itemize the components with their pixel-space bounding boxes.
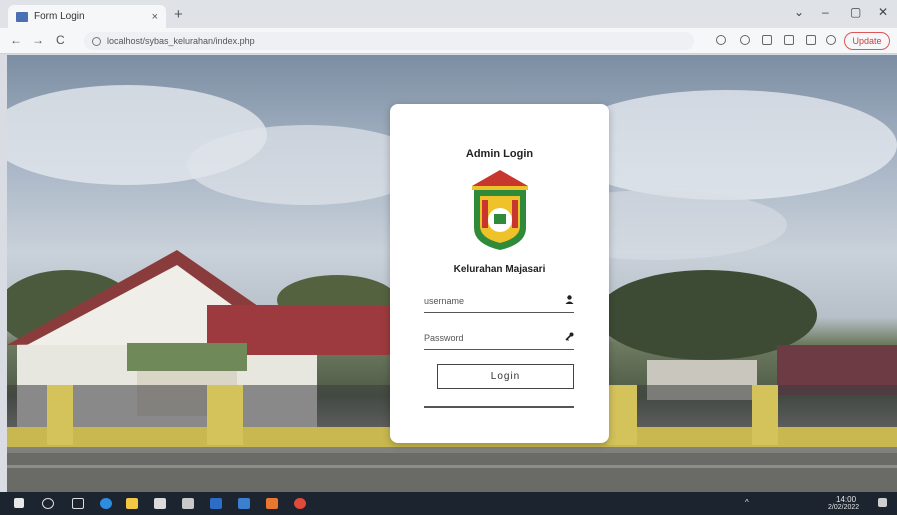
- url-text: localhost/sybas_kelurahan/index.php: [107, 36, 255, 46]
- user-icon: [564, 295, 574, 306]
- start-icon[interactable]: [14, 498, 24, 508]
- login-subtitle: Kelurahan Majasari: [453, 264, 546, 275]
- mail-icon[interactable]: [182, 498, 194, 509]
- tab-search-icon[interactable]: ⌄: [794, 5, 804, 19]
- search-icon[interactable]: [42, 498, 54, 509]
- profile-icon[interactable]: [826, 35, 836, 45]
- task-view-icon[interactable]: [72, 498, 84, 509]
- extensions-icon[interactable]: [806, 35, 816, 45]
- kelurahan-logo: [472, 170, 528, 250]
- notification-icon[interactable]: [878, 498, 887, 507]
- site-info-icon[interactable]: [92, 36, 101, 46]
- close-window-button[interactable]: ✕: [878, 5, 888, 19]
- card-divider: [424, 406, 574, 408]
- browser-tab[interactable]: Form Login ×: [8, 5, 166, 28]
- page-favicon-icon: [16, 11, 28, 22]
- word-icon[interactable]: [210, 498, 222, 509]
- share-icon[interactable]: [762, 35, 772, 45]
- password-input[interactable]: [424, 332, 564, 343]
- login-title: Admin Login: [465, 148, 534, 160]
- minimize-button[interactable]: –: [822, 5, 829, 19]
- back-button[interactable]: ←: [10, 33, 22, 47]
- windows-taskbar: ^ 14:00 2/02/2022: [0, 492, 897, 515]
- key-icon: [564, 332, 574, 343]
- username-field: [424, 289, 574, 313]
- bookmark-icon[interactable]: [784, 35, 794, 45]
- reload-button[interactable]: C: [56, 33, 65, 47]
- browser-toolbar: ← → C localhost/sybas_kelurahan/index.ph…: [0, 28, 897, 54]
- key-icon[interactable]: [716, 35, 726, 45]
- update-button[interactable]: Update: [844, 32, 890, 50]
- clock-date[interactable]: 2/02/2022: [828, 504, 859, 511]
- xampp-icon[interactable]: [266, 498, 278, 509]
- forward-button[interactable]: →: [32, 33, 44, 47]
- browser-tab-bar: Form Login × + ⌄ – ▢ ✕: [0, 0, 897, 28]
- store-icon[interactable]: [154, 498, 166, 509]
- wifi-icon[interactable]: ^: [745, 498, 749, 507]
- new-tab-button[interactable]: +: [174, 6, 183, 23]
- username-input[interactable]: [424, 295, 564, 306]
- tab-close-icon[interactable]: ×: [152, 11, 158, 23]
- chrome-icon[interactable]: [294, 498, 306, 509]
- password-field: [424, 326, 574, 350]
- maximize-button[interactable]: ▢: [850, 5, 861, 19]
- edge-icon[interactable]: [100, 498, 112, 509]
- tab-title: Form Login: [34, 11, 85, 22]
- login-button[interactable]: Login: [437, 364, 574, 389]
- outlook-icon[interactable]: [238, 498, 250, 509]
- file-explorer-icon[interactable]: [126, 498, 138, 509]
- clock-time[interactable]: 14:00: [836, 495, 856, 504]
- login-card: Admin Login Kelurahan Majasari Login: [390, 104, 609, 443]
- zoom-icon[interactable]: [740, 35, 750, 45]
- address-bar[interactable]: localhost/sybas_kelurahan/index.php: [84, 32, 694, 50]
